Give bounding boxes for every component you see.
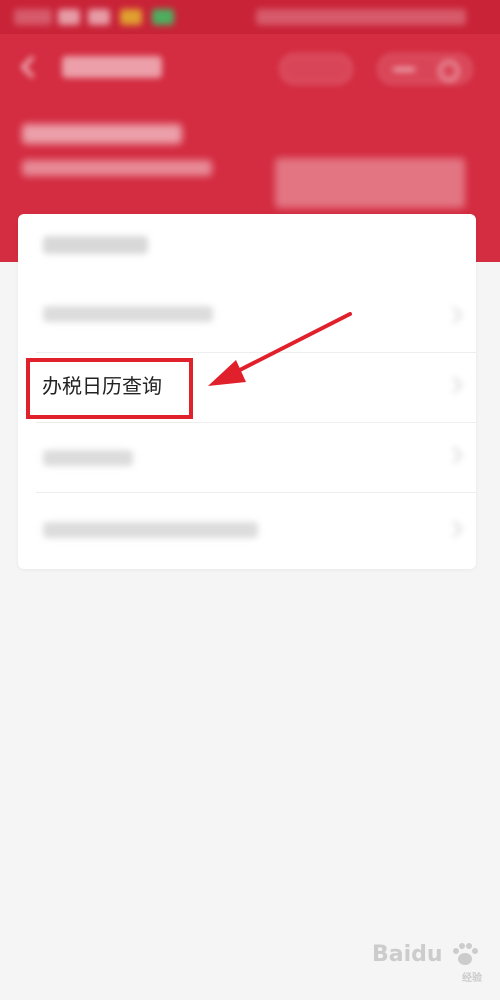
chevron-right-icon [445, 520, 463, 538]
list-item[interactable] [18, 496, 476, 566]
arrow-left-icon[interactable] [16, 54, 42, 80]
list-item-label [43, 522, 258, 538]
chevron-right-icon [445, 376, 463, 394]
app-icon [120, 9, 142, 25]
status-icons-right [256, 9, 466, 25]
baidu-logo: Baidu [372, 942, 443, 967]
status-icons-left [14, 9, 52, 25]
chevron-right-icon [445, 306, 463, 324]
nav-action-button[interactable] [280, 54, 352, 84]
chevron-right-icon [445, 446, 463, 464]
app-icon [58, 9, 80, 25]
list-item-label [43, 306, 213, 322]
close-icon [439, 61, 459, 81]
watermark-sub: 经验 [462, 973, 482, 984]
app-icon [88, 9, 110, 25]
divider [36, 492, 476, 493]
nav-title [62, 56, 162, 78]
red-highlight-box [26, 358, 193, 419]
list-item[interactable] [18, 282, 476, 352]
nav-bar [0, 38, 500, 96]
hero-decoration [275, 158, 465, 208]
status-bar [0, 0, 500, 34]
card-title [43, 236, 148, 254]
app-icon [152, 9, 174, 25]
more-icon [393, 68, 415, 71]
list-item[interactable] [18, 422, 476, 492]
watermark: Baidu 经验 [372, 942, 482, 984]
paw-icon [453, 943, 479, 965]
list-item-label [43, 450, 133, 466]
user-subtitle [22, 160, 212, 176]
user-name [22, 124, 182, 144]
capsule-menu[interactable] [378, 54, 472, 84]
